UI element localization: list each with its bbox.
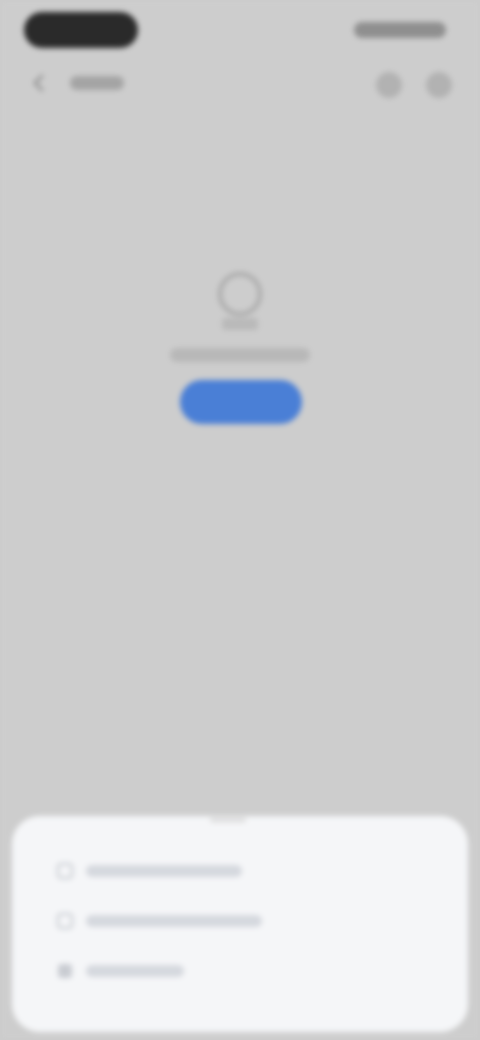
sheet-item-label xyxy=(86,965,184,977)
app-header xyxy=(0,62,480,106)
add-icon xyxy=(56,862,74,880)
sheet-item-label xyxy=(86,915,262,927)
sheet-handle[interactable] xyxy=(210,818,246,822)
search-icon[interactable] xyxy=(376,72,402,98)
sheet-item-2[interactable] xyxy=(56,906,416,936)
link-icon xyxy=(56,912,74,930)
empty-folder-icon xyxy=(208,266,272,338)
more-icon[interactable] xyxy=(426,72,452,98)
back-icon[interactable] xyxy=(30,74,48,92)
status-bar xyxy=(0,0,480,60)
sheet-item-1[interactable] xyxy=(56,856,416,886)
empty-state-message xyxy=(170,348,310,362)
settings-icon xyxy=(56,962,74,980)
status-time xyxy=(24,12,138,48)
page-title xyxy=(70,76,124,90)
screen xyxy=(0,0,480,1040)
status-indicators xyxy=(354,22,446,38)
sheet-item-3[interactable] xyxy=(56,956,416,986)
sheet-item-label xyxy=(86,865,242,877)
empty-state-button[interactable] xyxy=(180,380,302,424)
